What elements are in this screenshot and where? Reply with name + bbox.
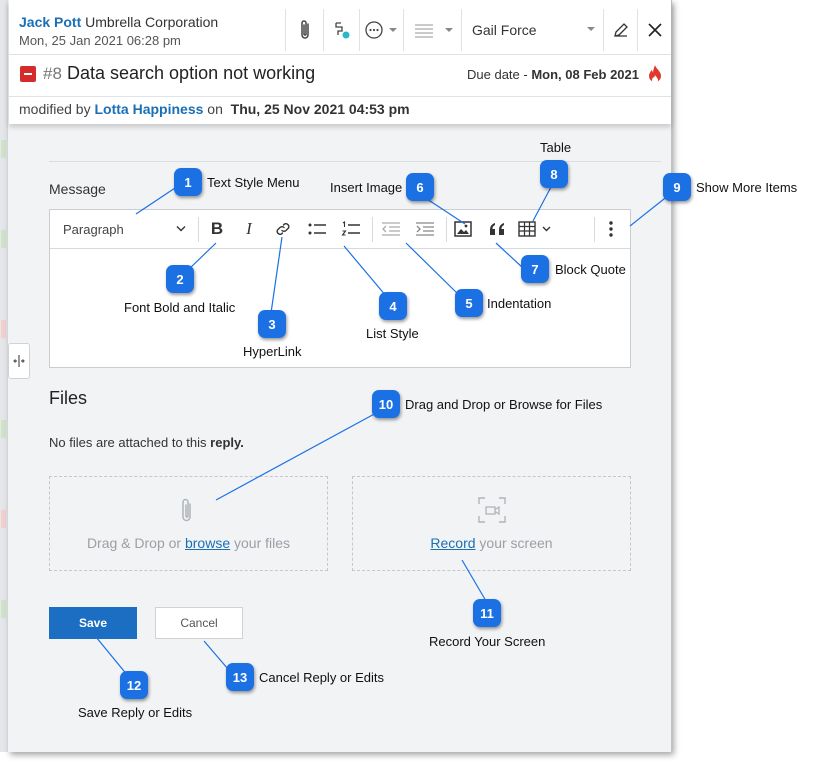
leader-line-12 [95, 636, 129, 677]
leader-line-4 [343, 245, 387, 297]
leader-line-1 [135, 185, 179, 215]
callout-badge-2: 2 [166, 265, 194, 293]
callout-label-4: List Style [366, 326, 419, 341]
leader-line-5 [405, 242, 461, 297]
callout-badge-11: 11 [473, 599, 501, 627]
callout-badge-8: 8 [540, 160, 568, 188]
callout-label-8: Table [540, 140, 572, 155]
callout-label-12: Save Reply or Edits [78, 705, 193, 720]
leader-line-10 [215, 411, 379, 501]
callout-badge-4: 4 [379, 292, 407, 320]
callout-leader-lines [95, 185, 670, 677]
leader-line-13 [203, 640, 229, 670]
callout-label-2: Font Bold and Italic [124, 300, 236, 315]
callout-badge-3: 3 [258, 310, 286, 338]
leader-line-3 [270, 236, 283, 314]
leader-line-2 [187, 242, 217, 271]
callout-label-13: Cancel Reply or Edits [259, 670, 384, 685]
leader-line-7 [495, 242, 524, 269]
callout-label-7: Block Quote [555, 262, 626, 277]
callout-label-1: Text Style Menu [207, 175, 300, 190]
callout-badge-9: 9 [663, 173, 691, 201]
callout-label-5: Indentation [487, 296, 552, 311]
callout-badge-13: 13 [226, 663, 254, 691]
callout-badge-6: 6 [406, 173, 434, 201]
leader-line-6 [426, 198, 466, 225]
callout-label-9: Show More Items [696, 180, 798, 195]
callout-label-11: Record Your Screen [429, 634, 546, 649]
callout-badge-5: 5 [455, 289, 483, 317]
callout-badge-7: 7 [521, 255, 549, 283]
callout-label-10: Drag and Drop or Browse for Files [405, 397, 603, 412]
callout-label-3: HyperLink [243, 344, 302, 359]
callout-badge-12: 12 [120, 671, 148, 699]
leader-line-9 [629, 194, 670, 227]
callout-badge-1: 1 [174, 168, 202, 196]
leader-line-11 [461, 559, 487, 602]
callout-label-6: Insert Image [330, 180, 403, 195]
leader-line-8 [532, 186, 552, 222]
callout-badge-10: 10 [372, 390, 400, 418]
